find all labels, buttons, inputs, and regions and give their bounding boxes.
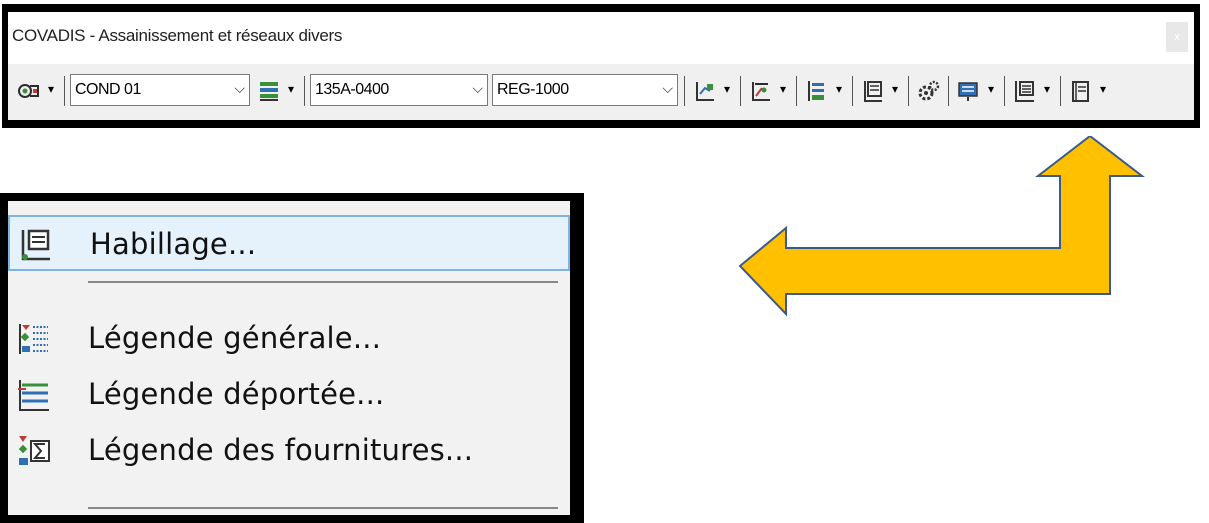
profile-icon[interactable] <box>692 78 718 104</box>
toolbar-separator <box>1060 76 1061 106</box>
toolbar-panel: COVADIS - Assainissement et réseaux dive… <box>8 12 1194 120</box>
toolbar-separator <box>304 76 305 106</box>
menu-item-label: Légende générale... <box>88 321 382 355</box>
toolbar-row: ▾ COND 01 ⌵ ▾ 135A-0400 ⌵ REG-1000 ⌵ ▾ ▾… <box>8 64 1194 120</box>
menu-separator <box>88 507 558 509</box>
menu-item-label: Légende déportée... <box>88 377 385 411</box>
section-icon[interactable] <box>748 78 774 104</box>
toolbar-separator <box>740 76 741 106</box>
habillage-dropdown-arrow[interactable]: ▾ <box>1044 82 1050 96</box>
network-select[interactable]: COND 01 ⌵ <box>70 74 250 106</box>
menu-item-label: Légende des fournitures... <box>88 433 474 467</box>
toolbar-separator <box>796 76 797 106</box>
branch-icon[interactable] <box>804 78 830 104</box>
chevron-down-icon: ⌵ <box>472 80 483 96</box>
document-icon[interactable] <box>1068 78 1094 104</box>
node-select-value: REG-1000 <box>497 81 569 98</box>
display-dropdown-arrow[interactable]: ▾ <box>988 82 994 96</box>
menu-item-label: Habillage... <box>90 227 257 261</box>
title-bar: COVADIS - Assainissement et réseaux dive… <box>8 12 1194 64</box>
menu-separator <box>88 281 558 283</box>
habillage-icon[interactable] <box>1012 78 1038 104</box>
close-button[interactable]: x <box>1166 22 1188 52</box>
habillage-menu: Habillage... Légende générale... Légende… <box>8 201 570 515</box>
covadis-toolbar-window: COVADIS - Assainissement et réseaux dive… <box>2 4 1200 128</box>
branch-dropdown-arrow[interactable]: ▾ <box>836 82 842 96</box>
network-icon[interactable] <box>16 78 42 104</box>
menu-item-legende-generale[interactable]: Légende générale... <box>8 311 570 367</box>
sheet-icon[interactable] <box>860 78 886 104</box>
legend-offset-icon <box>16 377 52 413</box>
menu-item-legende-deportee[interactable]: Légende déportée... <box>8 367 570 423</box>
network-dropdown-arrow[interactable]: ▾ <box>48 82 54 96</box>
toolbar-separator <box>64 76 65 106</box>
display-icon[interactable] <box>956 78 982 104</box>
document-dropdown-arrow[interactable]: ▾ <box>1100 82 1106 96</box>
toolbar-separator <box>1004 76 1005 106</box>
legend-supplies-icon <box>16 433 52 469</box>
window-title: COVADIS - Assainissement et réseaux dive… <box>12 26 343 45</box>
habillage-icon <box>18 227 54 263</box>
section-dropdown-arrow[interactable]: ▾ <box>780 82 786 96</box>
chevron-down-icon: ⌵ <box>662 80 673 96</box>
sheet-dropdown-arrow[interactable]: ▾ <box>892 82 898 96</box>
menu-item-legende-fournitures[interactable]: Légende des fournitures... <box>8 423 570 479</box>
toolbar-separator <box>852 76 853 106</box>
toolbar-separator <box>684 76 685 106</box>
legend-general-icon <box>16 321 52 357</box>
node-select[interactable]: REG-1000 ⌵ <box>492 74 678 106</box>
pipe-select-value: 135A-0400 <box>315 81 389 98</box>
settings-gear-icon[interactable] <box>916 78 942 104</box>
toolbar-separator <box>948 76 949 106</box>
menu-item-habillage[interactable]: Habillage... <box>8 215 570 271</box>
pipe-select[interactable]: 135A-0400 ⌵ <box>310 74 488 106</box>
network-select-value: COND 01 <box>75 81 141 98</box>
profile-dropdown-arrow[interactable]: ▾ <box>724 82 730 96</box>
pointer-arrow <box>738 136 1145 317</box>
toolbar-separator <box>908 76 909 106</box>
habillage-menu-window: Habillage... Légende générale... Légende… <box>0 193 584 523</box>
layer-icon[interactable] <box>256 78 282 104</box>
layer-dropdown-arrow[interactable]: ▾ <box>288 82 294 96</box>
chevron-down-icon: ⌵ <box>234 80 245 96</box>
